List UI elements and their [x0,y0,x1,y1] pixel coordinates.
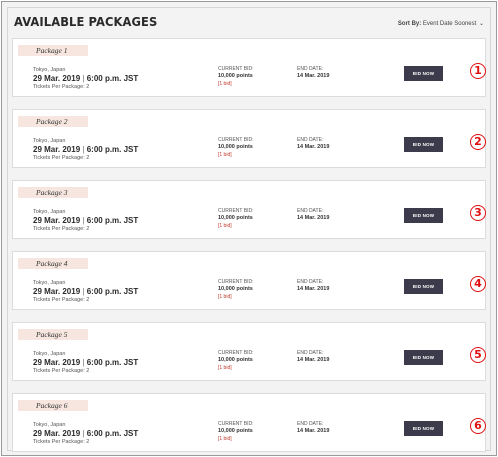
end-date-value: 14 Mar. 2019 [297,357,330,363]
end-date-value: 14 Mar. 2019 [297,144,330,150]
bid-count-link[interactable]: [1 bid] [218,365,232,371]
packages-header: AVAILABLE PACKAGES Sort By: Event Date S… [14,14,484,36]
tickets-per-package: Tickets Per Package: 2 [33,226,90,232]
event-time: 6:00 p.m. JST [86,216,139,225]
event-time: 6:00 p.m. JST [86,429,139,438]
datetime-separator: | [82,287,85,296]
package-name: Package 4 [18,258,88,269]
package-name: Package 3 [18,187,88,198]
current-bid-label: CURRENT BID: [218,279,254,285]
current-bid-label: CURRENT BID: [218,350,254,356]
event-location: Tokyo, Japan [33,351,66,357]
event-date: 29 Mar. 2019 [33,145,81,154]
bid-now-button[interactable]: BID NOW [404,279,443,294]
circled-number-marker: 3 [470,205,486,221]
event-datetime: 29 Mar. 2019 | 6:00 p.m. JST [33,429,138,438]
end-date-value: 14 Mar. 2019 [297,215,330,221]
screenshot-frame: AVAILABLE PACKAGES Sort By: Event Date S… [1,1,497,456]
event-date: 29 Mar. 2019 [33,429,81,438]
event-date: 29 Mar. 2019 [33,287,81,296]
event-location: Tokyo, Japan [33,422,66,428]
current-bid-value: 10,000 points [218,428,253,434]
circled-number-marker: 5 [470,347,486,363]
bid-count-link[interactable]: [1 bid] [218,223,232,229]
tickets-per-package: Tickets Per Package: 2 [33,297,90,303]
package-name: Package 5 [18,329,88,340]
package-name: Package 1 [18,45,88,56]
sort-label: Sort By: [397,21,422,27]
end-date-label: END DATE: [297,279,324,285]
packages-panel: AVAILABLE PACKAGES Sort By: Event Date S… [7,7,491,452]
package-name: Package 2 [18,116,88,127]
event-datetime: 29 Mar. 2019 | 6:00 p.m. JST [33,145,138,154]
package-card: Package 3 Tokyo, Japan 29 Mar. 2019 | 6:… [12,180,486,239]
end-date-value: 14 Mar. 2019 [297,73,330,79]
bid-now-button[interactable]: BID NOW [404,350,443,365]
circled-number-marker: 2 [470,134,486,150]
current-bid-label: CURRENT BID: [218,137,254,143]
package-card: Package 1 Tokyo, Japan 29 Mar. 2019 | 6:… [12,38,486,97]
bid-now-button[interactable]: BID NOW [404,208,443,223]
package-name: Package 6 [18,400,88,411]
bid-count-link[interactable]: [1 bid] [218,294,232,300]
event-location: Tokyo, Japan [33,138,66,144]
end-date-label: END DATE: [297,350,324,356]
package-card: Package 6 Tokyo, Japan 29 Mar. 2019 | 6:… [12,393,486,452]
current-bid-value: 10,000 points [218,215,253,221]
event-date: 29 Mar. 2019 [33,74,81,83]
bid-now-button[interactable]: BID NOW [404,137,443,152]
package-card: Package 4 Tokyo, Japan 29 Mar. 2019 | 6:… [12,251,486,310]
datetime-separator: | [82,358,85,367]
event-datetime: 29 Mar. 2019 | 6:00 p.m. JST [33,216,138,225]
current-bid-label: CURRENT BID: [218,421,254,427]
event-location: Tokyo, Japan [33,209,66,215]
current-bid-value: 10,000 points [218,357,253,363]
event-datetime: 29 Mar. 2019 | 6:00 p.m. JST [33,74,138,83]
event-time: 6:00 p.m. JST [86,74,139,83]
tickets-per-package: Tickets Per Package: 2 [33,439,90,445]
end-date-value: 14 Mar. 2019 [297,286,330,292]
circled-number-marker: 6 [470,418,486,434]
event-time: 6:00 p.m. JST [86,287,139,296]
current-bid-value: 10,000 points [218,144,253,150]
tickets-per-package: Tickets Per Package: 2 [33,84,90,90]
tickets-per-package: Tickets Per Package: 2 [33,155,90,161]
package-card: Package 5 Tokyo, Japan 29 Mar. 2019 | 6:… [12,322,486,381]
sort-dropdown[interactable]: Sort By: Event Date Soonest ⌄ [398,20,484,27]
current-bid-value: 10,000 points [218,286,253,292]
datetime-separator: | [82,429,85,438]
event-date: 29 Mar. 2019 [33,216,81,225]
circled-number-marker: 4 [470,276,486,292]
current-bid-label: CURRENT BID: [218,208,254,214]
event-location: Tokyo, Japan [33,280,66,286]
tickets-per-package: Tickets Per Package: 2 [33,368,90,374]
bid-count-link[interactable]: [1 bid] [218,81,232,87]
datetime-separator: | [82,145,85,154]
event-datetime: 29 Mar. 2019 | 6:00 p.m. JST [33,287,138,296]
bid-count-link[interactable]: [1 bid] [218,436,232,442]
circled-number-marker: 1 [470,63,486,79]
bid-now-button[interactable]: BID NOW [404,421,443,436]
end-date-value: 14 Mar. 2019 [297,428,330,434]
end-date-label: END DATE: [297,137,324,143]
event-date: 29 Mar. 2019 [33,358,81,367]
end-date-label: END DATE: [297,421,324,427]
sort-value: Event Date Soonest [422,21,477,27]
event-time: 6:00 p.m. JST [86,145,139,154]
event-datetime: 29 Mar. 2019 | 6:00 p.m. JST [33,358,138,367]
current-bid-value: 10,000 points [218,73,253,79]
end-date-label: END DATE: [297,208,324,214]
page-title: AVAILABLE PACKAGES [14,14,158,29]
bid-now-button[interactable]: BID NOW [404,66,443,81]
datetime-separator: | [82,216,85,225]
end-date-label: END DATE: [297,66,324,72]
event-location: Tokyo, Japan [33,67,66,73]
chevron-down-icon: ⌄ [478,21,484,27]
current-bid-label: CURRENT BID: [218,66,254,72]
event-time: 6:00 p.m. JST [86,358,139,367]
datetime-separator: | [82,74,85,83]
package-card: Package 2 Tokyo, Japan 29 Mar. 2019 | 6:… [12,109,486,168]
bid-count-link[interactable]: [1 bid] [218,152,232,158]
